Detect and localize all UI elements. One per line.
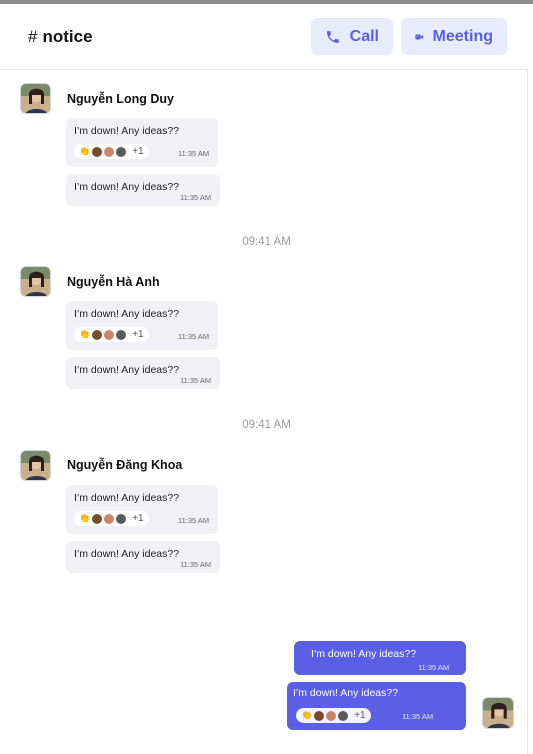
time-separator: 09:41 AM <box>242 419 291 431</box>
meeting-button-label: Meeting <box>432 27 493 45</box>
meeting-button[interactable]: Meeting <box>401 18 507 55</box>
reactor-avatar-icon <box>104 513 115 524</box>
phone-icon <box>326 30 339 43</box>
time-separator: 09:41 AM <box>242 236 291 248</box>
message-time: 11:35 AM <box>180 193 212 202</box>
message-text: I’m down! Any ideas?? <box>293 687 399 699</box>
channel-header: # notice Call Meeting <box>0 4 528 70</box>
clap-emoji-icon: 👏 <box>79 146 91 156</box>
reaction-more-count: +1 <box>354 710 366 721</box>
own-avatar[interactable] <box>482 697 514 729</box>
message-time: 11:35 AM <box>418 663 450 672</box>
message-text: I’m down! Any ideas?? <box>311 648 417 660</box>
reactor-avatar-icon <box>338 710 349 721</box>
message-text: I’m down! Any ideas?? <box>74 308 180 320</box>
message-bubble[interactable]: I’m down! Any ideas?? 👏 +1 11:35 AM <box>66 118 218 167</box>
message-bubble[interactable]: I’m down! Any ideas?? 👏 +1 11:35 AM <box>66 485 218 534</box>
message-bubble[interactable]: I’m down! Any ideas?? 11:35 AM <box>66 541 220 573</box>
reactions-bar[interactable]: 👏 +1 <box>296 708 371 723</box>
message-text: I’m down! Any ideas?? <box>74 548 180 560</box>
channel-name: notice <box>42 26 93 46</box>
sender-name: Nguyễn Hà Anh <box>67 275 160 289</box>
reactor-avatar-icon <box>116 146 127 157</box>
reactor-avatar-icon <box>116 329 127 340</box>
clap-emoji-icon: 👏 <box>301 710 313 720</box>
message-time: 11:35 AM <box>178 149 210 158</box>
reactions-bar[interactable]: 👏 +1 <box>74 327 149 342</box>
channel-title: # notice <box>28 27 93 47</box>
own-message-bubble[interactable]: I’m down! Any ideas?? 11:35 AM <box>294 641 466 675</box>
reactor-avatar-icon <box>92 513 103 524</box>
message-text: I’m down! Any ideas?? <box>74 125 180 137</box>
message-time: 11:35 AM <box>180 376 212 385</box>
reactor-avatar-icon <box>92 329 103 340</box>
panel-divider <box>527 70 528 754</box>
sender-name: Nguyễn Long Duy <box>67 92 174 106</box>
message-time: 11:35 AM <box>178 332 210 341</box>
reactions-bar[interactable]: 👏 +1 <box>74 511 149 526</box>
message-text: I’m down! Any ideas?? <box>74 492 180 504</box>
reaction-more-count: +1 <box>132 513 144 524</box>
reactor-avatar-icon <box>104 329 115 340</box>
message-time: 11:35 AM <box>402 712 434 721</box>
message-time: 11:35 AM <box>180 560 212 569</box>
reactor-avatar-icon <box>116 513 127 524</box>
message-bubble[interactable]: I’m down! Any ideas?? 👏 +1 11:35 AM <box>66 301 218 350</box>
avatar[interactable] <box>20 266 51 297</box>
clap-emoji-icon: 👏 <box>79 329 91 339</box>
call-button-label: Call <box>349 27 379 45</box>
avatar[interactable] <box>20 83 51 114</box>
reactor-avatar-icon <box>104 146 115 157</box>
message-time: 11:35 AM <box>178 516 210 525</box>
clap-emoji-icon: 👏 <box>79 513 91 523</box>
reactor-avatar-icon <box>92 146 103 157</box>
message-text: I’m down! Any ideas?? <box>74 181 180 193</box>
hash-icon: # <box>28 26 38 46</box>
own-message-bubble[interactable]: I’m down! Any ideas?? 👏 +1 11:35 AM <box>287 682 466 730</box>
video-camera-icon <box>415 34 424 39</box>
reactor-avatar-icon <box>326 710 337 721</box>
message-bubble[interactable]: I’m down! Any ideas?? 11:35 AM <box>66 357 220 389</box>
reaction-more-count: +1 <box>132 146 144 157</box>
avatar[interactable] <box>20 450 51 481</box>
reactor-avatar-icon <box>314 710 325 721</box>
sender-name: Nguyễn Đăng Khoa <box>67 458 183 472</box>
message-text: I’m down! Any ideas?? <box>74 364 180 376</box>
reactions-bar[interactable]: 👏 +1 <box>74 144 149 159</box>
call-button[interactable]: Call <box>311 18 393 55</box>
message-bubble[interactable]: I’m down! Any ideas?? 11:35 AM <box>66 174 220 206</box>
reaction-more-count: +1 <box>132 329 144 340</box>
